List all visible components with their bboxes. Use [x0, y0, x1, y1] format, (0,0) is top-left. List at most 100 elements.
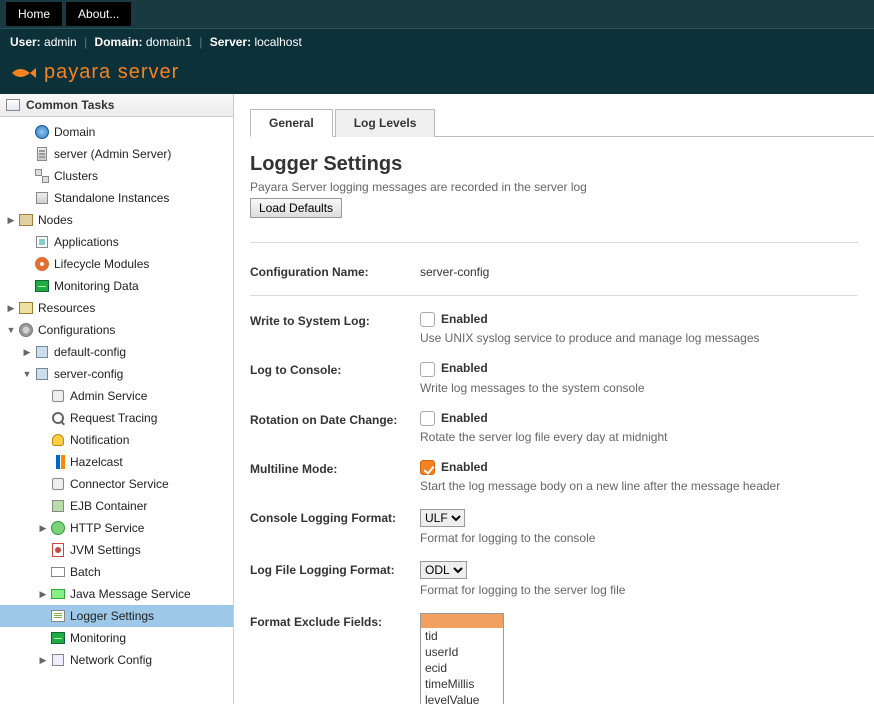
batch-icon	[50, 564, 66, 580]
tree-item-label: Batch	[70, 565, 101, 579]
info-bar: User: admin | Domain: domain1 | Server: …	[0, 28, 874, 55]
server-icon	[34, 146, 50, 162]
nav-tree: Domain server (Admin Server) Clusters Stand…	[0, 117, 233, 675]
tree-item-standalone-instances[interactable]: Standalone Instances	[0, 187, 233, 209]
jms-icon	[50, 586, 66, 602]
tree-item-applications[interactable]: Applications	[0, 231, 233, 253]
tree-item-label: Resources	[38, 301, 95, 315]
tree-arrow-icon[interactable]: ▶	[38, 655, 48, 666]
tree-arrow-icon[interactable]: ▶	[22, 347, 32, 358]
tree-item-default-config[interactable]: ▶ default-config	[0, 341, 233, 363]
tree-item-label: server-config	[54, 367, 123, 381]
tree-item-domain[interactable]: Domain	[0, 121, 233, 143]
apps-icon	[34, 234, 50, 250]
net-icon	[50, 652, 66, 668]
exclude-fields-select[interactable]: tiduserIdecidtimeMillislevelValue	[420, 613, 504, 704]
main-content: General Log Levels Logger Settings Payar…	[234, 94, 874, 704]
tree-item-label: Nodes	[38, 213, 73, 227]
tree-item-resources[interactable]: ▶ Resources	[0, 297, 233, 319]
exclude-option[interactable]: ecid	[421, 660, 503, 676]
server-value: localhost	[254, 35, 301, 49]
payara-logo-icon	[10, 63, 36, 83]
exclude-option[interactable]: levelValue	[421, 692, 503, 704]
config-name-label: Configuration Name:	[250, 263, 420, 279]
search-icon	[50, 410, 66, 426]
console-format-select[interactable]: ULF	[420, 509, 465, 527]
tree-item-monitoring[interactable]: Monitoring	[0, 627, 233, 649]
globe-icon	[34, 124, 50, 140]
tree-item-jvm-settings[interactable]: JVM Settings	[0, 539, 233, 561]
conn-icon	[50, 388, 66, 404]
rotate-label: Rotation on Date Change:	[250, 411, 420, 427]
tree-item-label: Logger Settings	[70, 609, 154, 623]
tree-item-batch[interactable]: Batch	[0, 561, 233, 583]
tree-item-monitoring-data[interactable]: Monitoring Data	[0, 275, 233, 297]
console-cb-label: Enabled	[441, 361, 488, 375]
tree-arrow-icon[interactable]: ▶	[6, 303, 16, 314]
tab-log-levels[interactable]: Log Levels	[335, 109, 436, 137]
window-icon	[6, 99, 20, 111]
multiline-checkbox[interactable]	[420, 460, 435, 475]
tab-general[interactable]: General	[250, 109, 333, 137]
mon-icon	[34, 278, 50, 294]
load-defaults-button[interactable]: Load Defaults	[250, 198, 342, 218]
ejb-icon	[50, 498, 66, 514]
tree-arrow-icon[interactable]: ▶	[6, 215, 16, 226]
console-checkbox[interactable]	[420, 362, 435, 377]
tree-item-label: Notification	[70, 433, 129, 447]
tree-item-ejb-container[interactable]: EJB Container	[0, 495, 233, 517]
tree-item-http-service[interactable]: ▶HTTP Service	[0, 517, 233, 539]
user-value: admin	[44, 35, 77, 49]
log-icon	[50, 608, 66, 624]
rotate-hint: Rotate the server log file every day at …	[420, 430, 858, 444]
exclude-option[interactable]: tid	[421, 628, 503, 644]
res-icon	[18, 300, 34, 316]
tree-item-logger-settings[interactable]: Logger Settings	[0, 605, 233, 627]
syslog-checkbox[interactable]	[420, 312, 435, 327]
server-label: Server:	[210, 35, 251, 49]
tree-item-configurations[interactable]: ▼Configurations	[0, 319, 233, 341]
tree-item-label: JVM Settings	[70, 543, 141, 557]
exclude-label: Format Exclude Fields:	[250, 613, 420, 629]
tree-item-nodes[interactable]: ▶ Nodes	[0, 209, 233, 231]
syslog-hint: Use UNIX syslog service to produce and m…	[420, 331, 858, 345]
bell-icon	[50, 432, 66, 448]
tree-item-notification[interactable]: Notification	[0, 429, 233, 451]
multiline-hint: Start the log message body on a new line…	[420, 479, 858, 493]
tree-arrow-icon[interactable]: ▶	[38, 523, 48, 534]
file-format-select[interactable]: ODL	[420, 561, 467, 579]
rotate-checkbox[interactable]	[420, 411, 435, 426]
tree-item-label: Java Message Service	[70, 587, 191, 601]
page-title: Logger Settings	[250, 153, 858, 176]
tree-item-admin-service[interactable]: Admin Service	[0, 385, 233, 407]
tree-item-request-tracing[interactable]: Request Tracing	[0, 407, 233, 429]
tree-arrow-icon[interactable]: ▼	[22, 369, 32, 379]
conf-icon	[18, 322, 34, 338]
nodes-icon	[18, 212, 34, 228]
tree-item-hazelcast[interactable]: Hazelcast	[0, 451, 233, 473]
tree-arrow-icon[interactable]: ▶	[38, 589, 48, 600]
tree-item-clusters[interactable]: Clusters	[0, 165, 233, 187]
tree-item-label: Network Config	[70, 653, 152, 667]
tree-item-lifecycle-modules[interactable]: Lifecycle Modules	[0, 253, 233, 275]
tree-item-label: Request Tracing	[70, 411, 157, 425]
nav-home[interactable]: Home	[6, 2, 62, 26]
exclude-option[interactable]	[421, 614, 503, 628]
tree-item-label: Standalone Instances	[54, 191, 169, 205]
domain-value: domain1	[146, 35, 192, 49]
tree-item-server-config[interactable]: ▼ server-config	[0, 363, 233, 385]
nav-about[interactable]: About...	[66, 2, 131, 26]
tree-arrow-icon[interactable]: ▼	[6, 325, 16, 335]
exclude-option[interactable]: userId	[421, 644, 503, 660]
tree-item-label: server (Admin Server)	[54, 147, 171, 161]
console-hint: Write log messages to the system console	[420, 381, 858, 395]
tree-item-label: default-config	[54, 345, 126, 359]
tree-item-network-config[interactable]: ▶ Network Config	[0, 649, 233, 671]
tree-item-connector-service[interactable]: Connector Service	[0, 473, 233, 495]
syslog-label: Write to System Log:	[250, 312, 420, 328]
tabs: General Log Levels	[250, 108, 874, 137]
tree-item-java-message-service[interactable]: ▶ Java Message Service	[0, 583, 233, 605]
sidebar: Common Tasks Domainserver (Admin Server)…	[0, 94, 234, 704]
exclude-option[interactable]: timeMillis	[421, 676, 503, 692]
tree-item-server-admin-server-[interactable]: server (Admin Server)	[0, 143, 233, 165]
